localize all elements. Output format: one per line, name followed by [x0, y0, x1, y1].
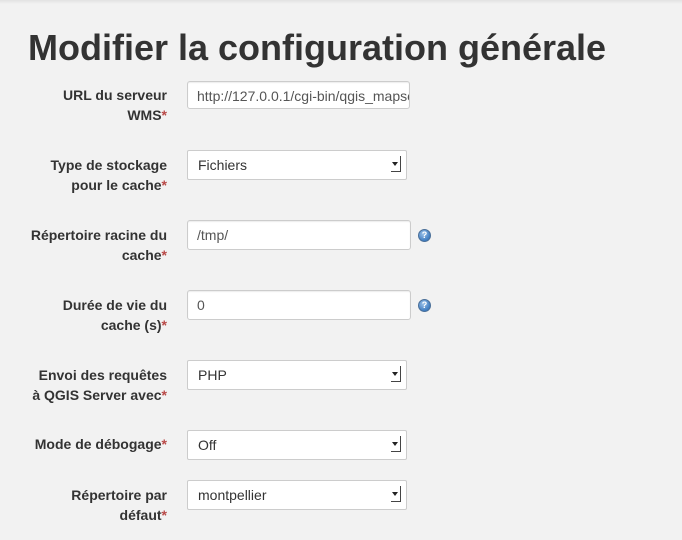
qgis-request-label-line2: à QGIS Server avec [32, 387, 162, 403]
required-marker: * [161, 317, 167, 333]
help-icon[interactable]: ? [418, 229, 431, 242]
default-dir-value: montpellier [198, 487, 267, 503]
cache-storage-label-line1: Type de stockage [50, 157, 167, 173]
page-title: Modifier la configuration générale [28, 27, 607, 68]
debug-mode-select[interactable]: Off [187, 430, 407, 460]
cache-lifetime-label-line2: cache (s) [100, 317, 162, 333]
required-marker: * [161, 507, 167, 523]
cache-storage-select[interactable]: Fichiers [187, 150, 407, 180]
top-bar [0, 0, 682, 4]
qgis-request-label-line1: Envoi des requêtes [38, 367, 167, 383]
cache-storage-label-line2: pour le cache [71, 177, 162, 193]
chevron-down-icon [391, 156, 401, 172]
wms-url-input[interactable]: http://127.0.0.1/cgi-bin/qgis_mapserv.fc… [187, 81, 410, 109]
default-dir-select[interactable]: montpellier [187, 480, 407, 510]
cache-root-label: Répertoire racine du cache* [31, 225, 167, 265]
chevron-down-icon [391, 366, 401, 382]
wms-url-label: URL du serveur WMS* [63, 85, 167, 125]
wms-url-label-line1: URL du serveur [63, 87, 167, 103]
chevron-down-icon [391, 436, 401, 452]
cache-storage-label: Type de stockage pour le cache* [51, 155, 167, 195]
cache-lifetime-label-line1: Durée de vie du [62, 297, 167, 313]
required-marker: * [161, 387, 167, 403]
qgis-request-value: PHP [198, 367, 227, 383]
chevron-down-icon [391, 486, 401, 502]
required-marker: * [161, 107, 167, 123]
cache-lifetime-label: Durée de vie du cache (s)* [63, 295, 167, 335]
help-icon[interactable]: ? [418, 299, 431, 312]
cache-root-input[interactable]: /tmp/ [187, 220, 411, 250]
cache-storage-value: Fichiers [198, 157, 248, 173]
debug-mode-value: Off [198, 437, 217, 453]
wms-url-label-line2: WMS [127, 107, 162, 123]
default-dir-label-line2: défaut [119, 507, 162, 523]
debug-mode-label: Mode de débogage* [35, 434, 167, 454]
qgis-request-select[interactable]: PHP [187, 360, 407, 390]
qgis-request-label: Envoi des requêtes à QGIS Server avec* [32, 365, 167, 405]
default-dir-label: Répertoire par défaut* [71, 485, 167, 525]
cache-root-label-line2: cache [121, 247, 162, 263]
cache-root-label-line1: Répertoire racine du [30, 227, 167, 243]
debug-mode-label-line1: Mode de débogage [34, 436, 162, 452]
required-marker: * [161, 436, 167, 452]
required-marker: * [161, 177, 167, 193]
cache-lifetime-input[interactable]: 0 [187, 290, 411, 320]
required-marker: * [161, 247, 167, 263]
default-dir-label-line1: Répertoire par [71, 487, 167, 503]
